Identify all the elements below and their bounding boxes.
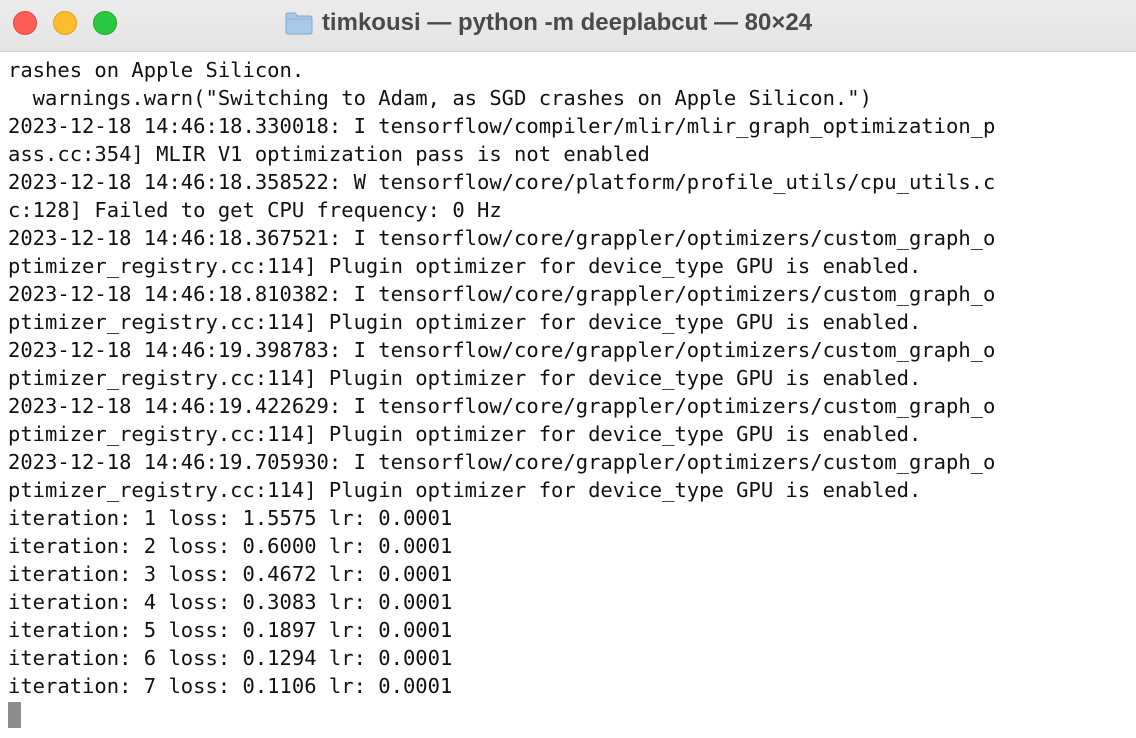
terminal-line: warnings.warn("Switching to Adam, as SGD… — [8, 86, 872, 110]
terminal-line: iteration: 6 loss: 0.1294 lr: 0.0001 — [8, 646, 453, 670]
terminal-line: 2023-12-18 14:46:19.705930: I tensorflow… — [8, 450, 996, 474]
terminal-line: rashes on Apple Silicon. — [8, 58, 305, 82]
terminal-line: iteration: 1 loss: 1.5575 lr: 0.0001 — [8, 506, 453, 530]
minimize-button[interactable] — [53, 11, 77, 35]
terminal-line: iteration: 4 loss: 0.3083 lr: 0.0001 — [8, 590, 453, 614]
zoom-button[interactable] — [93, 11, 117, 35]
terminal-window: timkousi — python -m deeplabcut — 80×24 … — [0, 0, 1136, 738]
terminal-line: 2023-12-18 14:46:18.810382: I tensorflow… — [8, 282, 996, 306]
terminal-line: c:128] Failed to get CPU frequency: 0 Hz — [8, 198, 502, 222]
title-bar[interactable]: timkousi — python -m deeplabcut — 80×24 — [0, 0, 1136, 52]
terminal-line: iteration: 3 loss: 0.4672 lr: 0.0001 — [8, 562, 453, 586]
terminal-line: iteration: 2 loss: 0.6000 lr: 0.0001 — [8, 534, 453, 558]
window-title-group: timkousi — python -m deeplabcut — 80×24 — [0, 0, 1136, 46]
terminal-line: 2023-12-18 14:46:19.422629: I tensorflow… — [8, 394, 996, 418]
text-cursor — [8, 702, 21, 728]
terminal-line: ptimizer_registry.cc:114] Plugin optimiz… — [8, 422, 922, 446]
terminal-line: ptimizer_registry.cc:114] Plugin optimiz… — [8, 366, 922, 390]
terminal-line: 2023-12-18 14:46:18.358522: W tensorflow… — [8, 170, 996, 194]
terminal-line: iteration: 5 loss: 0.1897 lr: 0.0001 — [8, 618, 453, 642]
terminal-line: ass.cc:354] MLIR V1 optimization pass is… — [8, 142, 650, 166]
terminal-line: ptimizer_registry.cc:114] Plugin optimiz… — [8, 478, 922, 502]
terminal-output[interactable]: rashes on Apple Silicon. warnings.warn("… — [0, 56, 1136, 738]
terminal-line: ptimizer_registry.cc:114] Plugin optimiz… — [8, 254, 922, 278]
close-icon — [14, 12, 36, 34]
close-button[interactable] — [13, 11, 37, 35]
terminal-line: iteration: 7 loss: 0.1106 lr: 0.0001 — [8, 674, 453, 698]
zoom-icon — [94, 12, 116, 34]
folder-icon — [285, 12, 313, 35]
minimize-icon — [54, 12, 76, 34]
window-title: timkousi — python -m deeplabcut — 80×24 — [321, 9, 813, 36]
terminal-line: ptimizer_registry.cc:114] Plugin optimiz… — [8, 310, 922, 334]
terminal-line: 2023-12-18 14:46:19.398783: I tensorflow… — [8, 338, 996, 362]
terminal-line: 2023-12-18 14:46:18.330018: I tensorflow… — [8, 114, 996, 138]
terminal-line: 2023-12-18 14:46:18.367521: I tensorflow… — [8, 226, 996, 250]
